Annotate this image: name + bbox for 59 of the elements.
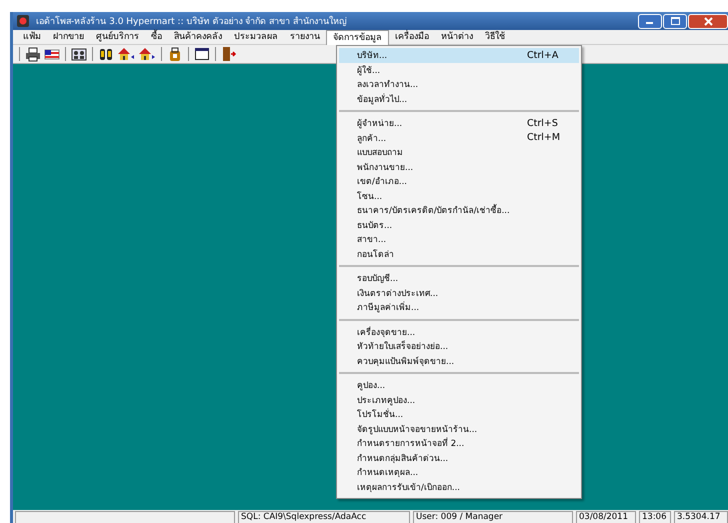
- menu-item[interactable]: แฟ้ม: [17, 30, 47, 44]
- binoculars-icon[interactable]: [98, 46, 114, 62]
- menu-item[interactable]: กำหนดเหตุผล...: [339, 465, 579, 480]
- menu-item[interactable]: โปรโมชั่น...: [339, 407, 579, 422]
- menu-item[interactable]: ผู้ใช้...: [339, 62, 579, 77]
- menu-item[interactable]: บริษัท... Ctrl+A: [339, 48, 579, 62]
- menu-item[interactable]: หัวท้ายใบเสร็จอย่างย่อ...: [339, 339, 579, 354]
- status-text: 03/08/2011: [576, 511, 636, 523]
- users-icon[interactable]: [71, 46, 87, 62]
- menu-item[interactable]: เขต/อำเภอ...: [339, 174, 579, 188]
- maximize-button[interactable]: [663, 14, 687, 28]
- menu-item[interactable]: ศูนย์บริการ: [90, 30, 145, 44]
- menu-item[interactable]: สาขา...: [339, 232, 579, 246]
- app-icon: [16, 14, 30, 28]
- menu-item[interactable]: จัดรูปแบบหน้าจอขายหน้าร้าน...: [339, 422, 579, 436]
- menu-item[interactable]: ลูกค้า... Ctrl+M: [339, 130, 579, 145]
- exit-door-icon[interactable]: [221, 46, 237, 62]
- menu-item[interactable]: โซน...: [339, 188, 579, 203]
- menu-item[interactable]: ประเภทคูปอง...: [339, 392, 579, 407]
- menu-item[interactable]: เหตุผลการรับเข้า/เบิกออก...: [339, 480, 579, 494]
- menu-item[interactable]: วิธีใช้: [479, 30, 511, 44]
- menu-item[interactable]: กอนโดล่า: [339, 246, 579, 261]
- menu-item[interactable]: เครื่องมือ: [389, 30, 435, 44]
- status-text: 13:06: [639, 511, 671, 523]
- printer-icon[interactable]: [25, 46, 41, 62]
- house-left-arrow-icon[interactable]: [117, 46, 135, 62]
- menu-item[interactable]: กำหนดกลุ่มสินค้าด่วน...: [339, 450, 579, 465]
- maximize-icon: [670, 17, 680, 25]
- menu-item[interactable]: รอบบัญชี...: [339, 271, 579, 286]
- close-icon: [704, 16, 712, 26]
- menu-item[interactable]: รายงาน: [284, 30, 326, 44]
- menu-item[interactable]: ประมวลผล: [228, 30, 284, 44]
- close-button[interactable]: [688, 14, 728, 28]
- menu-item[interactable]: ควบคุมแป้นพิมพ์จุดขาย...: [339, 354, 579, 368]
- menu-item[interactable]: ภาษีมูลค่าเพิ่ม...: [339, 300, 579, 314]
- minimize-button[interactable]: [638, 14, 662, 28]
- menu-item[interactable]: คูปอง...: [339, 378, 579, 392]
- menu-item[interactable]: เครื่องจุดขาย...: [339, 324, 579, 339]
- menu-item[interactable]: เงินตราต่างประเทศ...: [339, 286, 579, 300]
- menu-item[interactable]: กำหนดรายการหน้าจอที่ 2...: [339, 436, 579, 450]
- menu-item[interactable]: ธนาคาร/บัตรเครดิต/บัตรกำนัล/เช่าซื้อ...: [339, 203, 579, 218]
- menu-item[interactable]: ลงเวลาทำงาน...: [339, 77, 579, 92]
- menu-item[interactable]: ธนบัตร...: [339, 218, 579, 232]
- menu-item[interactable]: สินค้าคงคลัง: [168, 30, 228, 44]
- bag-icon[interactable]: [167, 46, 183, 62]
- status-text: 3.5304.17: [674, 511, 728, 523]
- status-text: User: 009 / Manager: [413, 511, 573, 523]
- window-icon[interactable]: [194, 46, 210, 62]
- status-text: SQL: CAI9\Sqlexpress/AdaAcc: [238, 511, 410, 523]
- window-title: เอด้าโพส-หลังร้าน 3.0 Hypermart :: บริษัท ตัวอย่าง จำกัด สาขา สำนักงานใหญ่: [36, 14, 348, 28]
- menu-item[interactable]: ผู้จำหน่าย... Ctrl+S: [339, 116, 579, 130]
- menu-item[interactable]: แบบสอบถาม: [339, 145, 579, 160]
- menu-item[interactable]: ข้อมูลทั่วไป...: [339, 92, 579, 106]
- menu-item[interactable]: พนักงานขาย...: [339, 160, 579, 174]
- menu-item[interactable]: หน้าต่าง: [435, 30, 479, 44]
- house-right-arrow-icon[interactable]: [138, 46, 156, 62]
- menu-item[interactable]: จัดการข้อมูล: [326, 30, 389, 44]
- menu-item[interactable]: ฝากขาย: [47, 30, 90, 44]
- menu-item[interactable]: ซื้อ: [145, 30, 168, 44]
